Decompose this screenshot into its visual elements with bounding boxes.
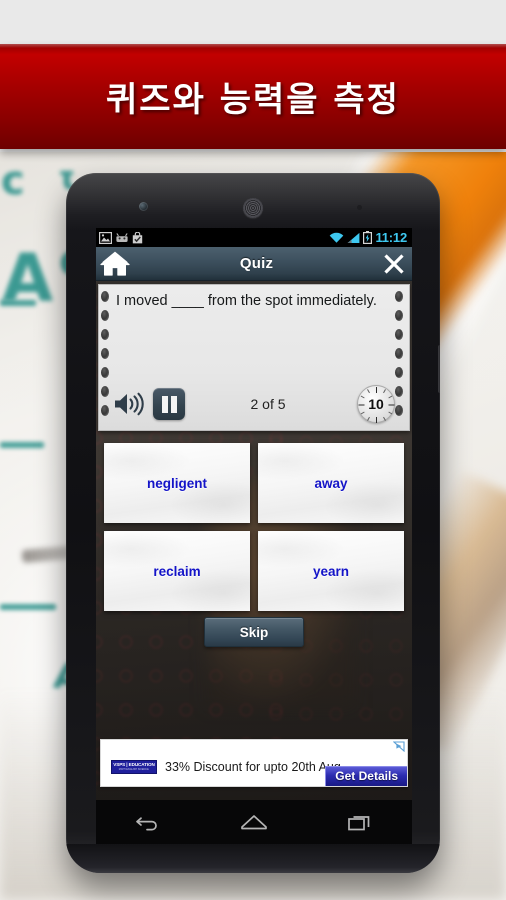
- earpiece-speaker-icon: [243, 198, 263, 218]
- answer-option-1[interactable]: negligent: [104, 443, 250, 523]
- paper-hole: [395, 291, 403, 302]
- ad-headline: 33% Discount for upto 20th Aug: [165, 760, 341, 774]
- phone-chin: [66, 844, 440, 873]
- banner-title: 퀴즈와 능력을 측정: [106, 80, 400, 120]
- paper-hole: [101, 310, 109, 321]
- paper-hole: [395, 367, 403, 378]
- speaker-volume-icon[interactable]: [113, 391, 147, 417]
- paper-hole: [101, 329, 109, 340]
- question-card-toolbar: 2 of 5 10: [113, 382, 395, 426]
- answer-option-label: negligent: [147, 475, 207, 491]
- home-outline-icon[interactable]: [240, 812, 268, 832]
- promo-banner: 퀴즈와 능력을 측정: [0, 44, 506, 149]
- paper-hole: [101, 291, 109, 302]
- question-card: I moved ____ from the spot immediately.: [98, 284, 410, 431]
- pause-bar: [170, 395, 177, 413]
- answer-option-label: reclaim: [153, 563, 201, 579]
- advertiser-logo: VSPS | EDUCATION MATH ENGLISH SCIENCE: [111, 760, 157, 774]
- android-nav-bar: [96, 800, 412, 844]
- battery-charging-icon: [363, 231, 373, 244]
- play-store-bag-icon: [132, 231, 143, 244]
- power-button[interactable]: [438, 345, 440, 393]
- background-letter-b-2: ɔ: [0, 162, 24, 208]
- android-status-bar: 11:12: [96, 228, 412, 247]
- ad-choices-icon[interactable]: [392, 741, 405, 752]
- phone-device: 11:12 Quiz I moved ____ from the spot im…: [66, 173, 440, 873]
- app-action-bar: Quiz: [96, 247, 412, 281]
- background-dash-2: [0, 442, 44, 448]
- home-icon[interactable]: [100, 251, 130, 277]
- paper-hole: [395, 329, 403, 340]
- timer-value: 10: [368, 396, 384, 412]
- ad-cta-button[interactable]: Get Details: [325, 766, 407, 786]
- paper-hole: [395, 405, 403, 416]
- recents-squares-icon[interactable]: [347, 812, 373, 832]
- status-bar-notifications: [99, 231, 143, 244]
- store-screenshot: A A ɔ ɔ ɿ A 퀴즈와 능력을 측정: [0, 0, 506, 900]
- background-dash-3: [0, 604, 56, 610]
- answer-option-label: away: [314, 475, 348, 491]
- back-arrow-icon[interactable]: [135, 812, 161, 832]
- paper-hole: [101, 367, 109, 378]
- cellular-signal-icon: [347, 232, 360, 244]
- page-title: Quiz: [239, 255, 274, 272]
- advertiser-logo-secondary: MATH ENGLISH SCIENCE: [119, 767, 149, 771]
- banner-highlight: [0, 44, 506, 48]
- paper-hole: [101, 405, 109, 416]
- paper-holes-left: [101, 291, 113, 436]
- front-camera-icon: [139, 202, 148, 211]
- answer-option-label: yearn: [312, 563, 350, 579]
- image-icon: [99, 231, 112, 244]
- pause-bar: [161, 395, 168, 413]
- question-text: I moved ____ from the spot immediately.: [116, 293, 377, 309]
- close-icon[interactable]: [383, 253, 405, 275]
- phone-screen: 11:12 Quiz I moved ____ from the spot im…: [96, 228, 412, 800]
- answer-options-grid: negligent away reclaim yearn: [104, 443, 404, 611]
- proximity-sensor-icon: [357, 205, 362, 210]
- skip-button[interactable]: Skip: [204, 617, 304, 647]
- timer-clock[interactable]: 10: [357, 385, 395, 423]
- banner-area: 퀴즈와 능력을 측정: [0, 0, 506, 152]
- answer-option-2[interactable]: away: [258, 443, 404, 523]
- question-progress: 2 of 5: [250, 396, 286, 412]
- answer-option-3[interactable]: reclaim: [104, 531, 250, 611]
- paper-holes-right: [395, 291, 407, 436]
- background-dash-1: [0, 300, 36, 306]
- advertiser-logo-primary: VSPS | EDUCATION: [113, 762, 155, 768]
- paper-hole: [395, 348, 403, 359]
- paper-hole: [101, 386, 109, 397]
- status-bar-clock: 11:12: [375, 230, 407, 245]
- wifi-icon: [329, 232, 344, 244]
- android-robot-icon: [115, 232, 129, 244]
- ad-banner[interactable]: VSPS | EDUCATION MATH ENGLISH SCIENCE 33…: [100, 739, 408, 787]
- paper-hole: [395, 310, 403, 321]
- paper-hole: [101, 348, 109, 359]
- paper-hole: [395, 386, 403, 397]
- answer-option-4[interactable]: yearn: [258, 531, 404, 611]
- status-bar-system-icons: 11:12: [329, 230, 409, 245]
